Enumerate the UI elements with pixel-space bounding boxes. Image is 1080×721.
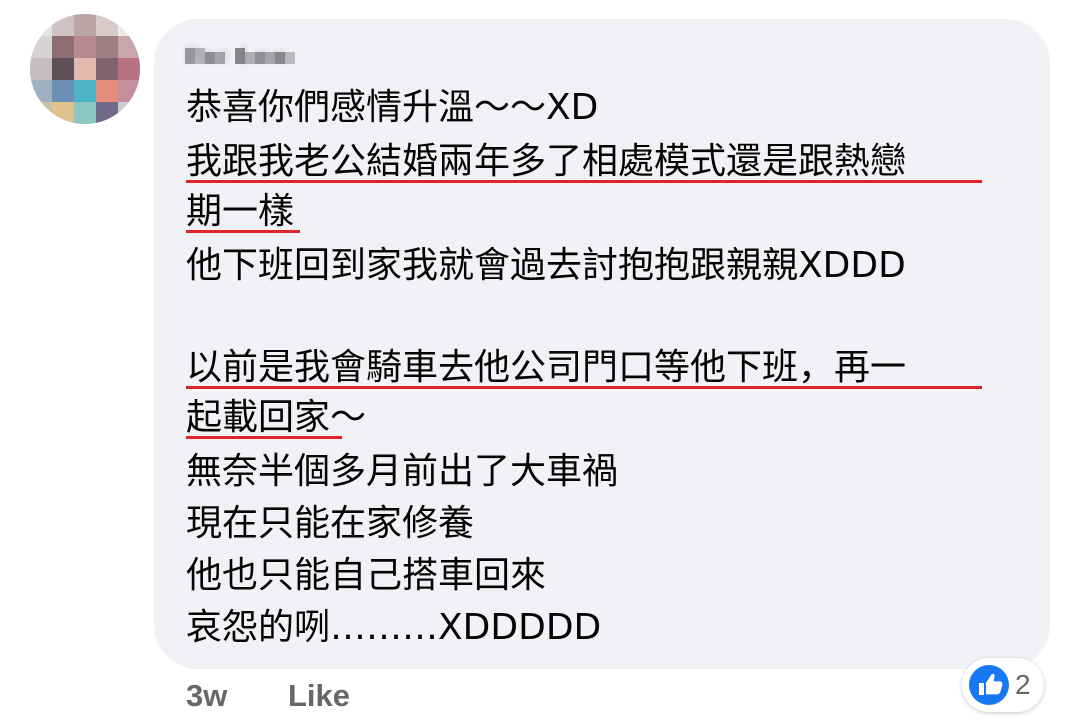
avatar[interactable] xyxy=(30,14,140,124)
comment-line-3: 期一樣 xyxy=(186,191,295,232)
like-thumb-icon xyxy=(969,665,1009,705)
red-underline xyxy=(186,386,982,389)
comment-line-11: 哀怨的咧………XDDDDD xyxy=(186,607,602,648)
comment-line-1: 恭喜你們感情升溫～～XD xyxy=(186,87,599,128)
reaction-count: 2 xyxy=(1015,669,1031,700)
comment-line-10: 他也只能自己搭車回來 xyxy=(186,555,547,596)
comment-screen: Pas Lee 恭喜你們感情升溫～～XD 我跟我老公結婚兩年多了相處模式還是跟熱… xyxy=(0,0,1080,721)
comment-line-2: 我跟我老公結婚兩年多了相處模式還是跟熱戀 xyxy=(186,141,907,182)
author-name: Pas Lee xyxy=(183,41,287,69)
comment-line-8: 無奈半個多月前出了大車禍 xyxy=(186,451,619,492)
red-underline xyxy=(186,230,300,233)
like-button[interactable]: Like xyxy=(288,676,350,716)
comment-timestamp[interactable]: 3w xyxy=(186,676,227,716)
comment-line-4: 他下班回到家我就會過去討抱抱跟親親XDDD xyxy=(186,245,906,286)
reaction-summary[interactable]: 2 xyxy=(962,658,1044,712)
comment-line-9: 現在只能在家修養 xyxy=(186,503,475,544)
comment-line-6: 以前是我會騎車去他公司門口等他下班，再一 xyxy=(186,347,907,388)
red-underline xyxy=(186,180,982,183)
comment-author[interactable]: Pas Lee xyxy=(183,40,313,70)
avatar-mosaic xyxy=(30,14,140,124)
comment-line-7: 起載回家～ xyxy=(186,397,367,438)
red-underline xyxy=(186,436,342,439)
